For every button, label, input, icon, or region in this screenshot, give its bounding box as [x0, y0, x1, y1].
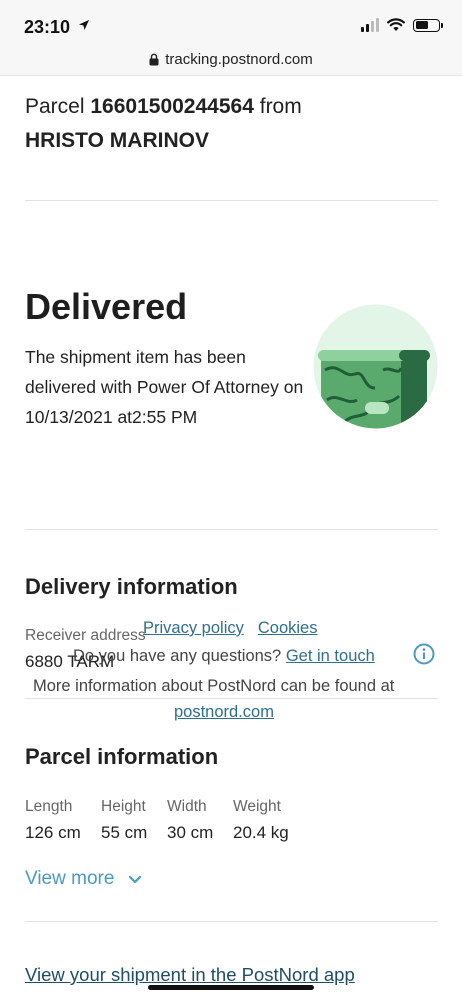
privacy-policy-link[interactable]: Privacy policy — [143, 619, 244, 638]
view-more-label: View more — [25, 868, 115, 889]
location-arrow-icon — [79, 20, 89, 30]
status-description: The shipment item has been delivered wit… — [25, 347, 304, 427]
chevron-down-icon — [129, 875, 142, 883]
spec-value: 30 cm — [167, 823, 214, 842]
spec-label: Height — [101, 798, 146, 815]
info-icon[interactable] — [413, 643, 435, 665]
url-text: tracking.postnord.com — [165, 51, 313, 68]
delivery-info-heading: Delivery information — [25, 574, 238, 599]
lock-icon — [149, 53, 159, 66]
spec-label: Length — [25, 798, 73, 815]
spec-height: Height 55 cm — [101, 798, 167, 843]
footer-links: Privacy policy Cookies — [143, 619, 318, 638]
spec-weight: Weight 20.4 kg — [233, 798, 313, 843]
parcel-info-heading: Parcel information — [25, 744, 219, 769]
status-title: Delivered — [25, 286, 188, 327]
postnord-link[interactable]: postnord.com — [174, 703, 274, 722]
spec-length: Length 126 cm — [25, 798, 101, 843]
divider — [25, 698, 438, 699]
get-in-touch-link[interactable]: Get in touch — [286, 647, 375, 665]
spec-value: 20.4 kg — [233, 823, 289, 842]
status-time: 23:10 — [24, 17, 71, 37]
divider — [25, 921, 438, 922]
footer-questions: Do you have any questions? Get in touch — [73, 647, 375, 666]
parcel-from: from — [259, 95, 302, 118]
divider — [25, 200, 438, 201]
status-bar: 23:10 — [0, 0, 462, 44]
parcel-specs: Length 126 cm Height 55 cm Width 30 cm W… — [25, 798, 313, 843]
view-more-button[interactable]: View more — [25, 868, 142, 890]
wifi-icon — [387, 18, 405, 31]
spec-label: Width — [167, 798, 207, 815]
parcel-title: Parcel 16601500244564 from HRISTO MARINO… — [25, 90, 438, 158]
cellular-signal-icon — [361, 18, 379, 32]
spec-label: Weight — [233, 798, 281, 815]
postnord-app-link[interactable]: View your shipment in the PostNord app — [25, 964, 355, 986]
home-indicator — [148, 985, 314, 990]
parcel-prefix: Parcel — [25, 95, 85, 118]
battery-icon — [413, 18, 443, 32]
spec-value: 126 cm — [25, 823, 81, 842]
status-icons — [361, 18, 443, 32]
divider — [25, 529, 438, 530]
address-bar[interactable]: tracking.postnord.com — [0, 44, 462, 76]
cookies-link[interactable]: Cookies — [258, 619, 318, 638]
parcel-number: 16601500244564 — [90, 95, 254, 118]
more-info-text: More information about PostNord can be f… — [33, 677, 395, 695]
spec-value: 55 cm — [101, 823, 148, 842]
spec-width: Width 30 cm — [167, 798, 233, 843]
delivered-parcel-illustration — [313, 304, 438, 429]
parcel-sender: HRISTO MARINOV — [25, 129, 209, 152]
questions-text: Do you have any questions? — [73, 647, 282, 665]
receiver-address-label: Receiver address — [25, 627, 146, 644]
